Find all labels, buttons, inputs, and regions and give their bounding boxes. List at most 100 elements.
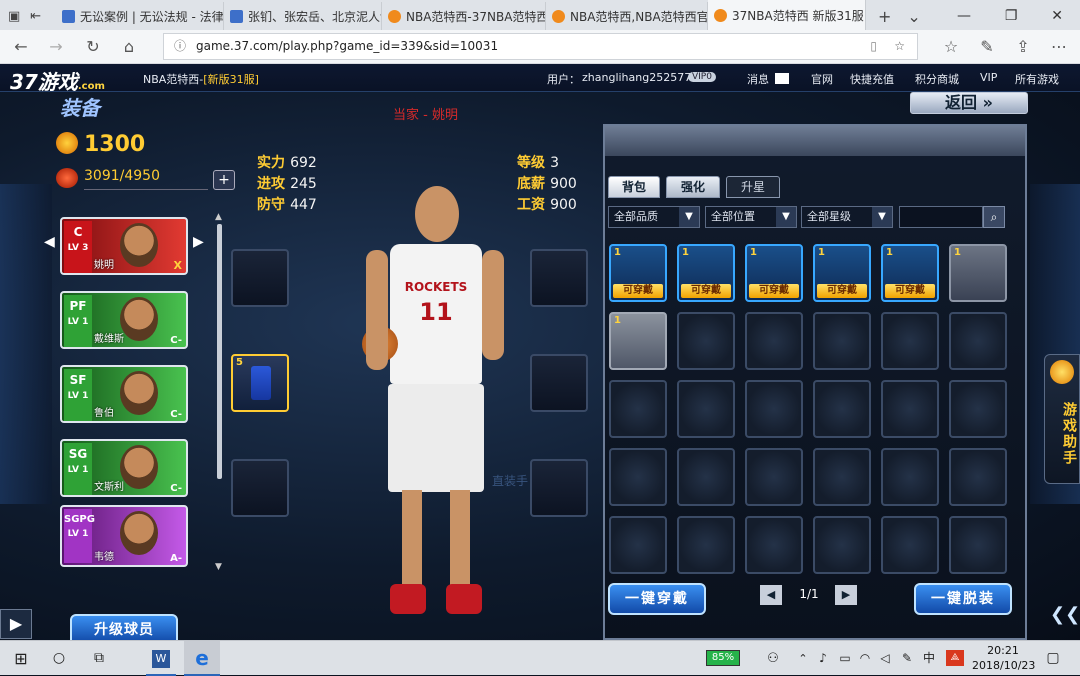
collapse-right-icon[interactable]: ❮❮ <box>1050 604 1080 630</box>
tab-star-up[interactable]: 升星 <box>726 176 780 198</box>
roster-card-5[interactable]: SGPG LV 1 韦德 A- <box>60 505 188 567</box>
roster-card-4[interactable]: SG LV 1 文斯利 C- <box>60 439 188 497</box>
minimize-icon[interactable]: — <box>957 8 971 24</box>
empty-cell[interactable] <box>949 516 1007 574</box>
slot-headband[interactable] <box>231 249 289 307</box>
roster-scrollbar[interactable]: ▲ ▼ <box>215 212 223 572</box>
tab-5-active[interactable]: 37NBA范特西 新版31服 ✕ <box>708 0 866 30</box>
cortana-icon[interactable]: ○ <box>46 641 72 676</box>
empty-cell[interactable] <box>677 448 735 506</box>
back-icon[interactable]: ← <box>10 36 32 58</box>
empty-cell[interactable] <box>677 312 735 370</box>
upgrade-player-button[interactable]: 升级球员 <box>70 614 178 640</box>
search-icon[interactable]: ⌕ <box>983 206 1005 228</box>
refresh-icon[interactable]: ↻ <box>82 36 104 58</box>
tab-1[interactable]: 无讼案例 | 无讼法规 - 法律 <box>56 2 224 30</box>
equip-all-button[interactable]: 一键穿戴 <box>608 583 706 615</box>
volume-icon[interactable]: ◁ <box>878 641 892 676</box>
roster-card-3[interactable]: SF LV 1 鲁伯 C- <box>60 365 188 423</box>
empty-cell[interactable] <box>609 516 667 574</box>
empty-cell[interactable] <box>677 380 735 438</box>
item-tshirt[interactable]: 1 <box>609 312 667 370</box>
filter-quality[interactable]: 全部品质 ▼ <box>608 206 700 228</box>
new-tab-icon[interactable]: + <box>878 7 891 26</box>
empty-cell[interactable] <box>881 312 939 370</box>
empty-cell[interactable] <box>609 380 667 438</box>
back-button[interactable]: 返回 » <box>910 92 1028 114</box>
empty-cell[interactable] <box>745 312 803 370</box>
empty-cell[interactable] <box>677 516 735 574</box>
empty-cell[interactable] <box>609 448 667 506</box>
empty-cell[interactable] <box>813 448 871 506</box>
home-icon[interactable]: ⌂ <box>118 36 140 58</box>
wifi-icon[interactable]: ◠ <box>858 641 872 676</box>
add-stamina-button[interactable]: + <box>213 170 235 190</box>
empty-cell[interactable] <box>813 516 871 574</box>
roster-card-2[interactable]: PF LV 1 戴维斯 C- <box>60 291 188 349</box>
all-games-link[interactable]: 所有游戏 <box>1015 71 1059 87</box>
tab-3[interactable]: NBA范特西-37NBA范特西 <box>382 2 546 30</box>
word-app-icon[interactable]: W <box>146 641 176 676</box>
reading-view-icon[interactable]: ▯ <box>870 34 877 59</box>
action-center-icon[interactable]: ▢ <box>1042 641 1064 676</box>
item-wristband[interactable]: 1 可穿戴 <box>813 244 871 302</box>
official-site-link[interactable]: 官网 <box>811 71 833 87</box>
filter-position[interactable]: 全部位置 ▼ <box>705 206 797 228</box>
mail-icon[interactable] <box>775 73 789 84</box>
battery-icon[interactable]: ▭ <box>836 641 854 676</box>
chevron-up-icon[interactable]: ⌃ <box>796 641 810 676</box>
empty-cell[interactable] <box>881 380 939 438</box>
forward-icon[interactable]: → <box>45 36 67 58</box>
empty-cell[interactable] <box>813 312 871 370</box>
windows-start-icon[interactable]: ⊞ <box>8 641 34 676</box>
favorite-star-icon[interactable]: ☆ <box>894 34 905 59</box>
roster-card-1[interactable]: C LV 3 姚明 X <box>60 217 188 275</box>
tray-app-icon[interactable]: ⟁ <box>946 650 964 666</box>
search-input[interactable] <box>899 206 983 228</box>
pen-icon[interactable]: ✎ <box>976 36 998 58</box>
empty-cell[interactable] <box>813 380 871 438</box>
empty-cell[interactable] <box>745 448 803 506</box>
scroll-up-icon[interactable]: ▲ <box>215 212 222 222</box>
close-window-icon[interactable]: ✕ <box>1051 8 1063 24</box>
notification-bell-icon[interactable]: ♪ <box>816 641 830 676</box>
empty-cell[interactable] <box>745 380 803 438</box>
site-logo[interactable]: 37游戏.com <box>10 66 105 95</box>
filter-star[interactable]: 全部星级 ▼ <box>801 206 893 228</box>
quick-recharge-link[interactable]: 快捷充值 <box>850 71 894 87</box>
pen-tray-icon[interactable]: ✎ <box>900 641 914 676</box>
slot-jersey[interactable]: 5 <box>231 354 289 412</box>
empty-cell[interactable] <box>881 448 939 506</box>
favorites-icon[interactable]: ☆ <box>940 36 962 58</box>
url-input[interactable]: ⓘ game.37.com/play.php?game_id=339&sid=1… <box>163 33 918 60</box>
share-icon[interactable]: ⇪ <box>1012 36 1034 58</box>
edge-app-icon[interactable]: e <box>184 641 220 676</box>
item-shoes[interactable]: 1 可穿戴 <box>745 244 803 302</box>
slot-shoes[interactable] <box>530 459 588 517</box>
clock[interactable]: 20:21 2018/10/23 <box>972 643 1035 673</box>
roster-next-icon[interactable]: ▶ <box>193 234 204 250</box>
vip-link[interactable]: VIP <box>980 71 997 84</box>
item-arm-sleeve[interactable]: 1 可穿戴 <box>881 244 939 302</box>
empty-cell[interactable] <box>949 312 1007 370</box>
tab-enhance[interactable]: 强化 <box>666 176 720 198</box>
item-headband[interactable]: 1 可穿戴 <box>609 244 667 302</box>
prev-page-icon[interactable]: ◀ <box>760 585 782 605</box>
tab-2[interactable]: 张钔、张宏岳、北京泥人剑 <box>224 2 382 30</box>
tab-bag[interactable]: 背包 <box>608 176 660 198</box>
scroll-thumb[interactable] <box>217 224 222 479</box>
task-view-icon[interactable]: ⧉ <box>86 641 112 676</box>
people-icon[interactable]: ⚇ <box>764 641 782 676</box>
ime-indicator[interactable]: 中 <box>922 641 936 676</box>
tab-actions-icon[interactable]: ▣ <box>8 9 20 24</box>
empty-cell[interactable] <box>949 380 1007 438</box>
slot-arm-sleeve[interactable] <box>231 459 289 517</box>
item-silver-band[interactable]: 1 <box>949 244 1007 302</box>
empty-cell[interactable] <box>881 516 939 574</box>
roster-prev-icon[interactable]: ◀ <box>44 234 55 250</box>
unequip-all-button[interactable]: 一键脱装 <box>914 583 1012 615</box>
battery-indicator[interactable]: 85% <box>706 650 740 666</box>
slot-wristband[interactable] <box>530 249 588 307</box>
more-icon[interactable]: ⋯ <box>1048 36 1070 58</box>
scroll-down-icon[interactable]: ▼ <box>215 562 222 572</box>
